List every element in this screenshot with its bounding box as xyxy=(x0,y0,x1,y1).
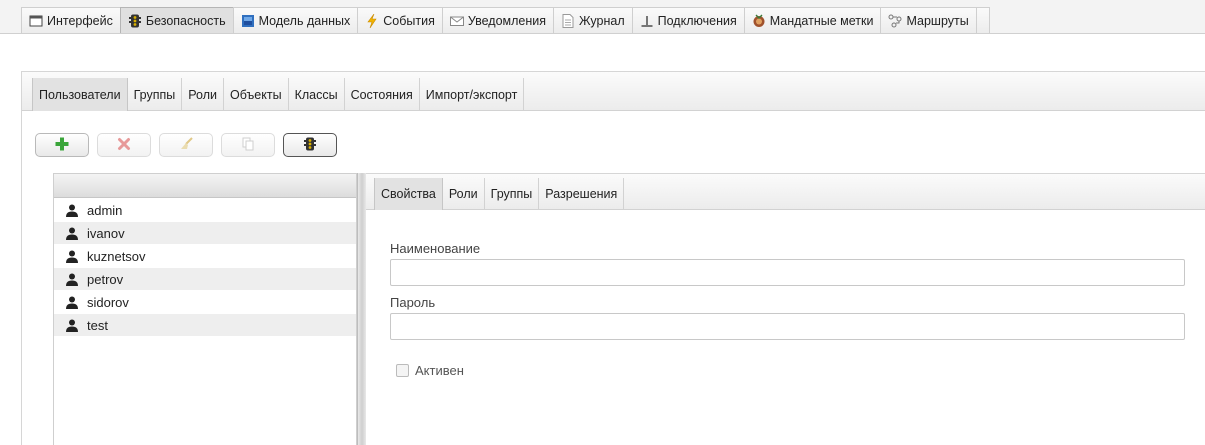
security-subtab-bar: Пользователи Группы Роли Объекты Классы … xyxy=(22,72,1205,111)
user-list-header[interactable] xyxy=(54,174,356,198)
data-model-icon xyxy=(241,14,255,28)
tab-users[interactable]: Пользователи xyxy=(32,78,128,111)
user-name: ivanov xyxy=(87,225,125,241)
tab-import-export[interactable]: Импорт/экспорт xyxy=(420,78,525,111)
tab-interface[interactable]: Интерфейс xyxy=(21,7,121,33)
top-tab-bar: Интерфейс Безопасность Модель данных Соб… xyxy=(0,0,1205,34)
tab-permissions[interactable]: Разрешения xyxy=(539,178,625,210)
user-name: petrov xyxy=(87,271,124,287)
traffic-light-icon xyxy=(128,14,142,28)
name-field[interactable] xyxy=(390,259,1185,286)
user-detail-panel: Свойства Роли Группы Разрешения Наименов… xyxy=(366,173,1205,445)
plus-icon xyxy=(54,136,70,155)
tab-notifications[interactable]: Уведомления xyxy=(441,7,555,33)
tab-events[interactable]: События xyxy=(357,7,443,33)
mandatory-label-icon xyxy=(752,14,766,28)
tab-properties[interactable]: Свойства xyxy=(374,178,443,210)
tab-classes[interactable]: Классы xyxy=(289,78,345,111)
tab-label: Подключения xyxy=(657,13,737,28)
tab-mandatory-labels[interactable]: Мандатные метки xyxy=(743,7,882,33)
tab-label: Мандатные метки xyxy=(769,13,874,28)
checkbox-box[interactable] xyxy=(396,364,409,377)
cross-icon xyxy=(117,137,131,154)
tab-states[interactable]: Состояния xyxy=(345,78,420,111)
tab-journal[interactable]: Журнал xyxy=(553,7,633,33)
list-item[interactable]: sidorov xyxy=(54,291,356,313)
tab-label: Журнал xyxy=(579,13,625,28)
user-name: sidorov xyxy=(87,294,129,310)
user-toolbar xyxy=(35,133,337,157)
detail-tab-bar: Свойства Роли Группы Разрешения xyxy=(366,173,1205,210)
tab-routes[interactable]: Маршруты xyxy=(880,7,977,33)
tab-objects[interactable]: Объекты xyxy=(224,78,289,111)
connection-icon xyxy=(640,14,654,28)
tab-roles[interactable]: Роли xyxy=(182,78,224,111)
envelope-icon xyxy=(449,14,464,28)
top-tabs: Интерфейс Безопасность Модель данных Соб… xyxy=(21,7,990,34)
list-item[interactable]: admin xyxy=(54,199,356,221)
user-name: kuznetsov xyxy=(87,248,146,264)
add-button[interactable] xyxy=(35,133,89,157)
list-item[interactable]: petrov xyxy=(54,268,356,290)
list-item[interactable]: kuznetsov xyxy=(54,245,356,267)
tab-overflow[interactable] xyxy=(975,7,990,33)
tab-label: Безопасность xyxy=(145,13,226,28)
tab-user-roles[interactable]: Роли xyxy=(443,178,485,210)
user-icon xyxy=(65,227,79,240)
journal-icon xyxy=(561,13,575,28)
user-icon xyxy=(65,296,79,309)
user-icon xyxy=(65,273,79,286)
lightning-icon xyxy=(365,13,379,28)
active-label: Активен xyxy=(415,363,464,378)
user-icon xyxy=(65,319,79,332)
tab-label: Интерфейс xyxy=(47,13,113,28)
name-label: Наименование xyxy=(390,241,481,256)
detail-tabs: Свойства Роли Группы Разрешения xyxy=(374,178,625,210)
tab-label: Уведомления xyxy=(467,13,547,28)
user-icon xyxy=(65,204,79,217)
window-icon xyxy=(29,14,43,28)
delete-button[interactable] xyxy=(97,133,151,157)
clear-button[interactable] xyxy=(159,133,213,157)
tab-groups[interactable]: Группы xyxy=(128,78,183,111)
tab-data-model[interactable]: Модель данных xyxy=(232,7,359,33)
user-list: admin ivanov kuznetsov petrov sidorov te… xyxy=(53,173,357,445)
security-subtabs: Пользователи Группы Роли Объекты Классы … xyxy=(32,78,525,111)
broom-icon xyxy=(178,136,194,154)
tab-user-groups[interactable]: Группы xyxy=(485,178,540,210)
list-item[interactable]: test xyxy=(54,314,356,336)
tab-label: Модель данных xyxy=(258,13,351,28)
password-label: Пароль xyxy=(390,295,436,310)
copy-icon xyxy=(241,137,255,154)
tab-label: События xyxy=(383,13,435,28)
tab-connections[interactable]: Подключения xyxy=(631,7,745,33)
user-icon xyxy=(65,250,79,263)
list-item[interactable]: ivanov xyxy=(54,222,356,244)
tab-label: Маршруты xyxy=(906,13,969,28)
routes-icon xyxy=(888,14,902,28)
copy-button[interactable] xyxy=(221,133,275,157)
password-field[interactable] xyxy=(390,313,1185,340)
user-name: test xyxy=(87,317,108,333)
traffic-light-icon xyxy=(303,137,317,154)
tab-security[interactable]: Безопасность xyxy=(119,7,234,33)
panel-splitter[interactable] xyxy=(357,173,366,445)
user-name: admin xyxy=(87,202,123,218)
active-checkbox[interactable]: Активен xyxy=(396,363,464,378)
security-button[interactable] xyxy=(283,133,337,157)
